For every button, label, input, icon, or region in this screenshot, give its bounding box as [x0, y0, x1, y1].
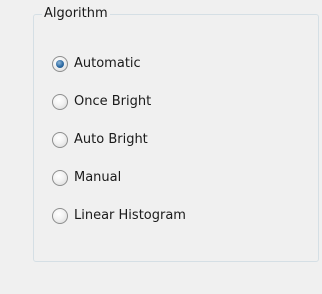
- radio-option-once-bright[interactable]: Once Bright: [52, 93, 186, 111]
- radio-option-manual[interactable]: Manual: [52, 169, 186, 187]
- radio-option-linear-histogram[interactable]: Linear Histogram: [52, 207, 186, 225]
- radio-unselected-icon[interactable]: [52, 132, 68, 148]
- radio-unselected-icon[interactable]: [52, 170, 68, 186]
- groupbox-title: Algorithm: [42, 6, 110, 22]
- radio-label-automatic: Automatic: [74, 56, 141, 71]
- radio-group: Automatic Once Bright Auto Bright Manual…: [52, 55, 186, 245]
- radio-selected-icon[interactable]: [52, 56, 68, 72]
- radio-unselected-icon[interactable]: [52, 94, 68, 110]
- radio-label-once-bright: Once Bright: [74, 94, 152, 109]
- radio-option-automatic[interactable]: Automatic: [52, 55, 186, 73]
- radio-label-auto-bright: Auto Bright: [74, 132, 148, 147]
- radio-option-auto-bright[interactable]: Auto Bright: [52, 131, 186, 149]
- radio-label-manual: Manual: [74, 170, 122, 185]
- algorithm-groupbox: Algorithm Automatic Once Bright Auto Bri…: [33, 6, 319, 262]
- radio-unselected-icon[interactable]: [52, 208, 68, 224]
- radio-label-linear-histogram: Linear Histogram: [74, 208, 186, 223]
